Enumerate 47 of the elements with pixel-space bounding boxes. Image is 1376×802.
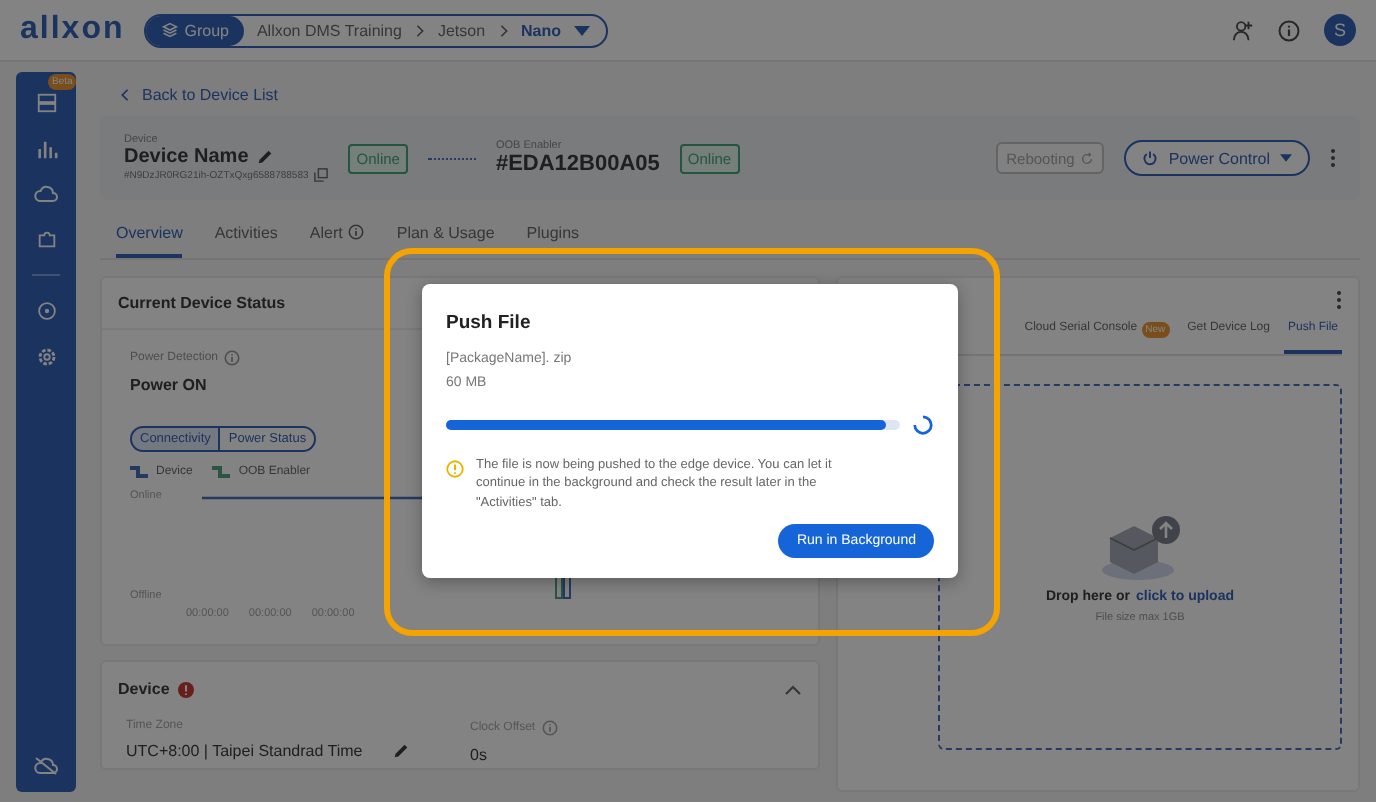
info-icon <box>541 720 558 736</box>
settings-icon[interactable] <box>35 346 57 368</box>
tab[interactable]: Activities <box>214 220 278 258</box>
info-icon <box>224 350 241 366</box>
bar-chart-icon[interactable] <box>35 138 57 160</box>
dialog-title: Push File <box>446 312 533 334</box>
device-name: Device Name <box>124 146 249 168</box>
group-button[interactable]: Group <box>146 15 245 45</box>
back-link[interactable]: Back to Device List <box>120 82 279 106</box>
pencil-icon[interactable] <box>256 148 275 166</box>
cloud-off-icon[interactable] <box>34 756 58 776</box>
caret-icon[interactable] <box>573 25 590 35</box>
tab[interactable]: Overview <box>116 220 183 258</box>
user-avatar[interactable]: S <box>1324 14 1356 46</box>
copy-icon[interactable] <box>314 168 329 182</box>
tab[interactable]: Alert <box>309 220 365 258</box>
server-icon[interactable] <box>35 92 57 114</box>
pencil-icon[interactable] <box>392 742 410 760</box>
cloud-icon[interactable] <box>34 184 58 204</box>
tab[interactable]: Plugins <box>526 220 580 258</box>
field-value: UTC+8:00 | Taipei Standrad Time <box>126 742 363 760</box>
tab-info-icon <box>348 224 365 240</box>
warning-icon <box>446 460 464 478</box>
power-icon <box>1142 150 1159 166</box>
dotted-connector <box>427 157 476 159</box>
oob-enabler-name: #EDA12B00A05 <box>495 152 660 176</box>
add-user-icon[interactable] <box>1232 19 1254 41</box>
power-control-button[interactable]: Power Control <box>1124 140 1310 176</box>
chevron-left-icon <box>120 87 130 101</box>
more-icon[interactable] <box>1330 148 1336 168</box>
info-icon[interactable] <box>1278 19 1300 41</box>
section-title: Device <box>118 680 170 698</box>
more-icon[interactable] <box>1336 290 1342 310</box>
chevron-up-icon[interactable] <box>784 683 802 695</box>
chevron-right-icon <box>413 23 426 37</box>
layers-icon <box>162 22 179 38</box>
brand-logo: allxon <box>20 12 125 48</box>
field-value: 0s <box>470 746 487 764</box>
chevron-right-icon <box>497 23 510 37</box>
breadcrumb-item[interactable]: Allxon DMS Training <box>256 21 402 39</box>
power-value: Power ON <box>130 376 207 394</box>
tab[interactable]: Plan & Usage <box>396 220 495 258</box>
breadcrumb-item[interactable]: Nano <box>521 21 562 39</box>
caret-icon <box>1280 154 1292 162</box>
spinner-icon <box>912 414 934 436</box>
refresh-icon <box>1080 151 1095 165</box>
breadcrumb-item[interactable]: Jetson <box>437 21 486 39</box>
